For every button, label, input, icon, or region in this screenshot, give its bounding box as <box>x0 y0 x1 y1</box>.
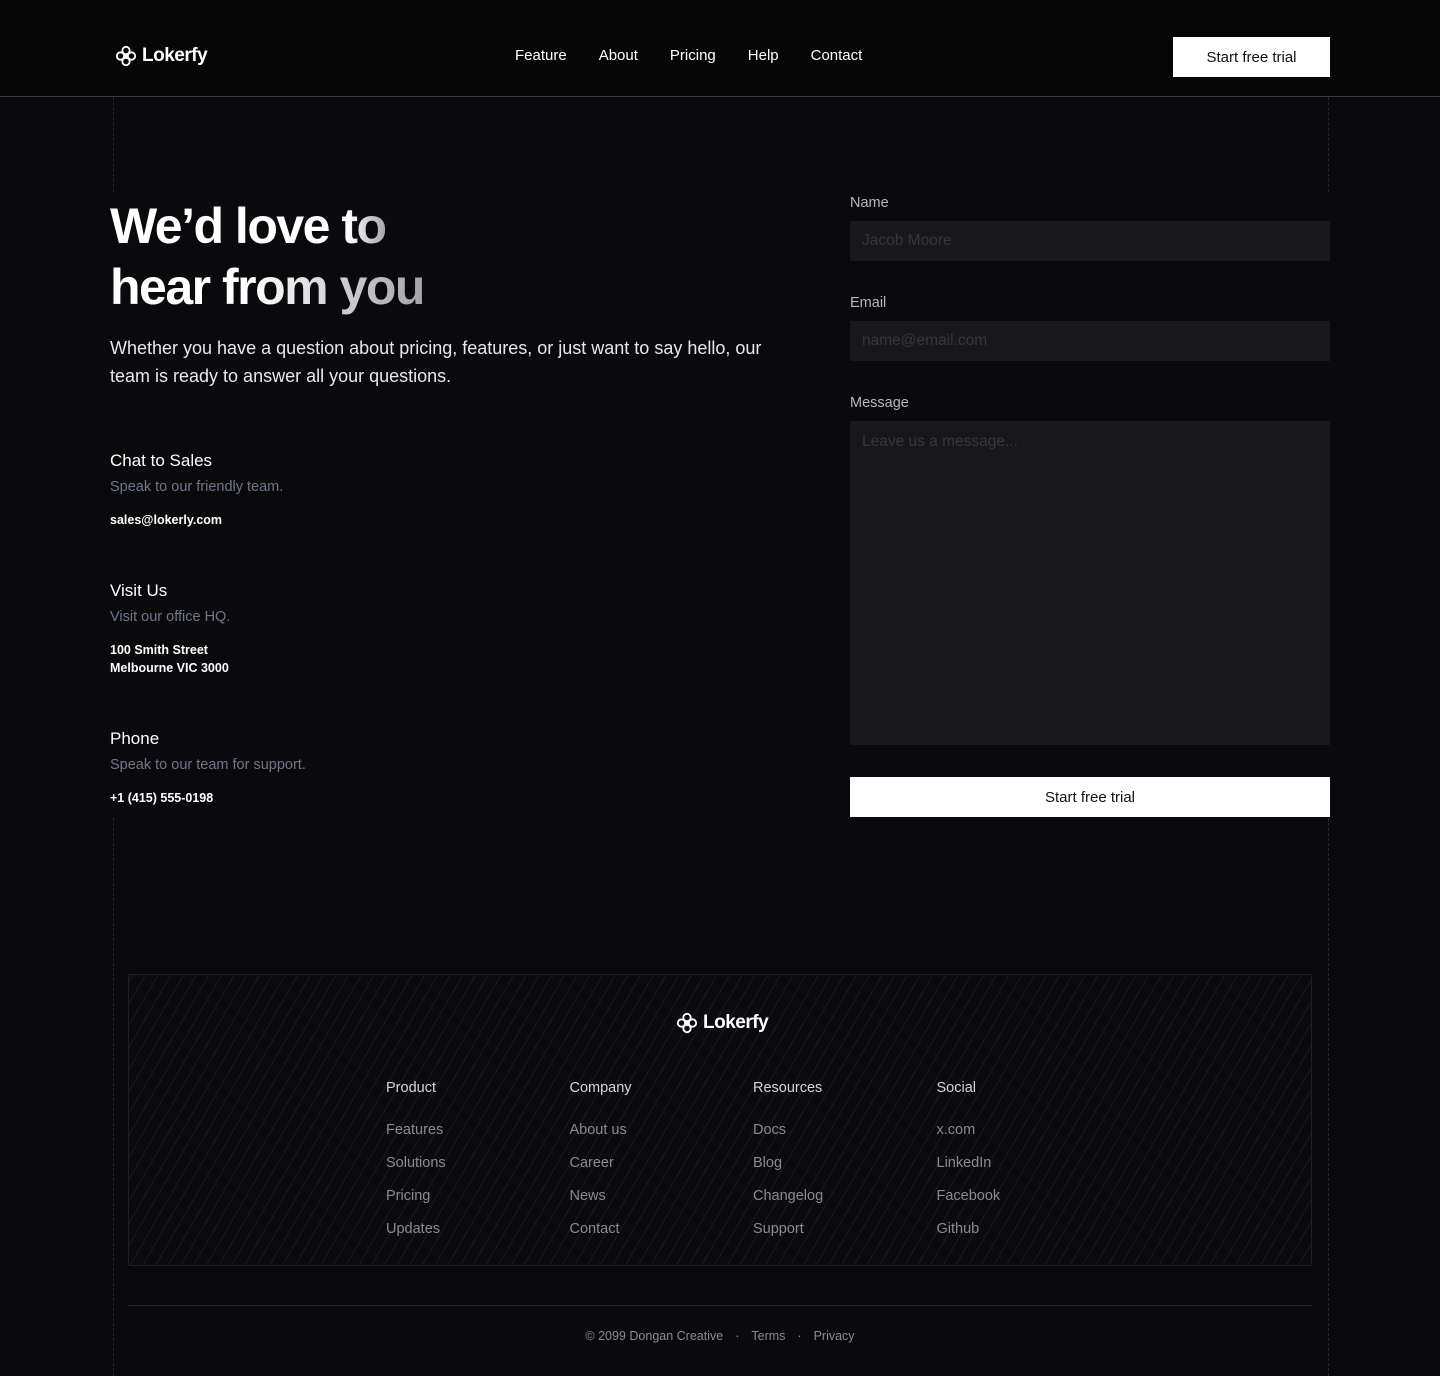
guide-line-left-bottom <box>113 818 114 1376</box>
footer-col-company: Company About us Career News Contact <box>570 1080 754 1254</box>
main-nav: Feature About Pricing Help Contact <box>515 47 862 64</box>
footer-columns: Product Features Solutions Pricing Updat… <box>386 1080 1120 1254</box>
brand-name: Lokerfy <box>142 45 208 66</box>
page-subtitle: Whether you have a question about pricin… <box>110 338 762 386</box>
title-part-gradient: to <box>341 198 387 254</box>
phone-number-link[interactable]: +1 (415) 555-0198 <box>110 789 306 807</box>
footer-link[interactable]: Pricing <box>386 1188 570 1221</box>
footer-link[interactable]: Docs <box>753 1122 937 1155</box>
contact-sales: Chat to Sales Speak to our friendly team… <box>110 451 283 529</box>
submit-button[interactable]: Start free trial <box>850 777 1330 817</box>
email-field[interactable] <box>850 321 1330 361</box>
footer-col-title: Company <box>569 1080 632 1096</box>
nav-item-about[interactable]: About <box>599 47 638 64</box>
footer-col-resources: Resources Docs Blog Changelog Support <box>753 1080 937 1254</box>
contact-visit-title: Visit Us <box>110 581 168 600</box>
contact-phone: Phone Speak to our team for support. +1 … <box>110 729 306 807</box>
copyright-text: © 2099 Dongan Creative <box>585 1329 724 1343</box>
nav-item-feature[interactable]: Feature <box>515 47 567 64</box>
brand-name: Lokerfy <box>703 1012 769 1033</box>
footer-link[interactable]: Blog <box>753 1155 937 1188</box>
footer-col-product: Product Features Solutions Pricing Updat… <box>386 1080 570 1254</box>
header-logo[interactable]: Lokerfy <box>115 45 208 67</box>
contact-visit: Visit Us Visit our office HQ. 100 Smith … <box>110 581 230 677</box>
title-line-1: We’d love to <box>110 198 387 254</box>
footer-link[interactable]: Github <box>937 1221 1121 1254</box>
nav-item-help[interactable]: Help <box>748 47 779 64</box>
footer-divider <box>128 1305 1312 1306</box>
footer-link[interactable]: Contact <box>570 1221 754 1254</box>
site-header: Lokerfy Feature About Pricing Help Conta… <box>0 0 1440 97</box>
logo-icon <box>676 1012 698 1034</box>
privacy-link[interactable]: Privacy <box>814 1329 855 1343</box>
footer-logo[interactable]: Lokerfy <box>676 1012 769 1034</box>
footer-col-social: Social x.com LinkedIn Facebook Github <box>937 1080 1121 1254</box>
nav-item-contact[interactable]: Contact <box>811 47 863 64</box>
address-line-1: 100 Smith Street <box>110 643 208 657</box>
contact-phone-title: Phone <box>110 729 160 748</box>
footer-link[interactable]: Support <box>753 1221 937 1254</box>
footer-link[interactable]: Career <box>570 1155 754 1188</box>
footer-link[interactable]: Features <box>386 1122 570 1155</box>
sales-email-link[interactable]: sales@lokerly.com <box>110 511 283 529</box>
nav-item-pricing[interactable]: Pricing <box>670 47 716 64</box>
footer-link[interactable]: x.com <box>937 1122 1121 1155</box>
footer-col-title: Product <box>386 1080 436 1096</box>
footer-panel: Lokerfy Product Features Solutions Prici… <box>128 974 1312 1266</box>
header-cta-button[interactable]: Start free trial <box>1173 37 1330 77</box>
message-label: Message <box>850 395 909 411</box>
footer-link[interactable]: Updates <box>386 1221 570 1254</box>
title-part: hear <box>110 259 223 315</box>
name-field[interactable] <box>850 221 1330 261</box>
message-field[interactable] <box>850 421 1330 745</box>
address-line-2: Melbourne VIC 3000 <box>110 661 229 675</box>
guide-line-right-bottom <box>1328 818 1329 1376</box>
contact-sales-desc: Speak to our friendly team. <box>110 479 284 495</box>
footer-link[interactable]: About us <box>570 1122 754 1155</box>
contact-visit-desc: Visit our office HQ. <box>110 609 231 625</box>
footer-link[interactable]: Changelog <box>753 1188 937 1221</box>
footer-link[interactable]: News <box>570 1188 754 1221</box>
email-label: Email <box>850 295 887 311</box>
footer-link[interactable]: LinkedIn <box>937 1155 1121 1188</box>
separator-dot: · <box>797 1329 802 1343</box>
footer-col-title: Resources <box>753 1080 823 1096</box>
contact-phone-desc: Speak to our team for support. <box>110 757 306 773</box>
contact-sales-title: Chat to Sales <box>110 451 213 470</box>
guide-line-left-top <box>113 97 114 192</box>
footer-link[interactable]: Facebook <box>937 1188 1121 1221</box>
footer-link[interactable]: Solutions <box>386 1155 570 1188</box>
page-title: We’d love to hear from you <box>110 196 425 318</box>
title-line-2: hear from you <box>110 259 425 315</box>
footer-col-title: Social <box>936 1080 977 1096</box>
name-label: Name <box>850 195 889 211</box>
terms-link[interactable]: Terms <box>751 1329 785 1343</box>
footer-bottom-bar: © 2099 Dongan Creative · Terms · Privacy <box>0 1329 1440 1343</box>
logo-icon <box>115 45 137 67</box>
title-part: We’d love <box>110 198 342 254</box>
guide-line-right-top <box>1328 97 1329 192</box>
title-part-gradient: from you <box>222 259 425 315</box>
separator-dot: · <box>735 1329 740 1343</box>
